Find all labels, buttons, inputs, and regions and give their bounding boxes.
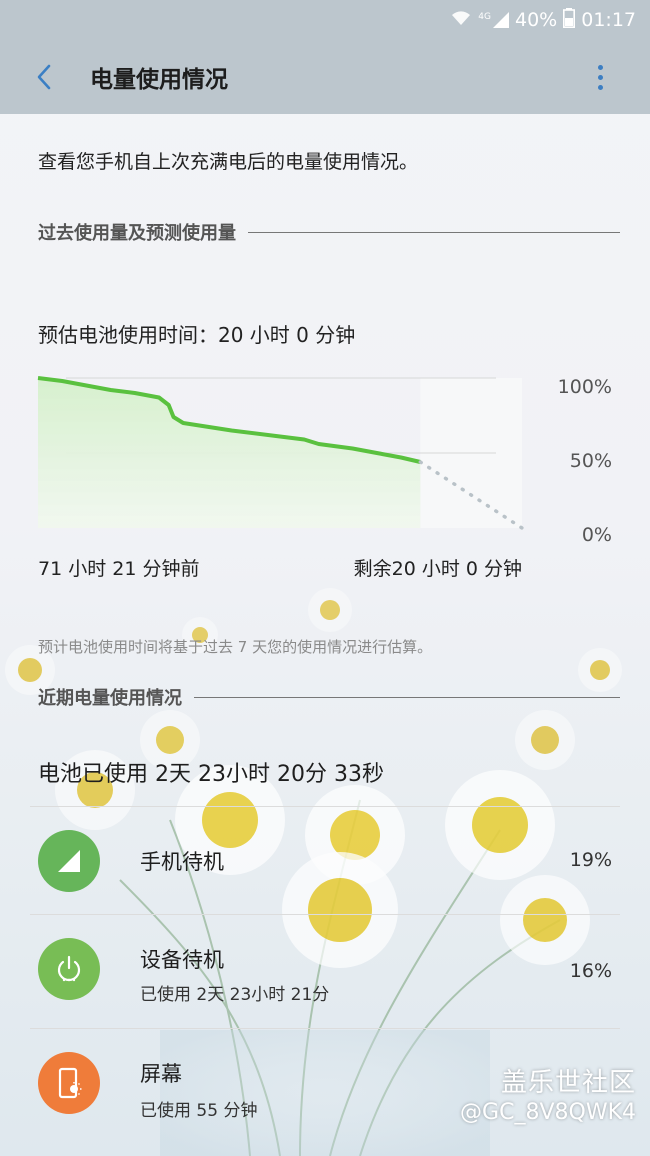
clock-time: 01:17 <box>581 9 636 31</box>
section-divider <box>248 231 620 233</box>
more-options-icon-dot <box>597 64 603 70</box>
section-title-past: 过去使用量及预测使用量 <box>38 223 236 244</box>
back-button[interactable] <box>14 47 74 107</box>
section-divider <box>194 696 620 698</box>
watermark-community: 盖乐世社区 <box>500 1068 636 1098</box>
intro-text: 查看您手机自上次充满电后的电量使用情况。 <box>38 151 419 173</box>
signal-icon: 4G <box>478 12 509 28</box>
battery-icon <box>563 7 576 33</box>
y-tick-label-0: 0% <box>581 524 612 546</box>
chart-usage-area <box>38 378 421 528</box>
more-options-icon-dot <box>597 84 603 90</box>
usage-item-percent: 19% <box>569 849 612 871</box>
app-bar: 电量使用情况 <box>0 40 650 114</box>
usage-item-phone-standby[interactable]: 手机待机 19% <box>0 806 650 916</box>
battery-usage-chart <box>37 376 524 530</box>
section-title-recent: 近期电量使用情况 <box>38 688 182 709</box>
content-area: 查看您手机自上次充满电后的电量使用情况。 过去使用量及预测使用量 预估电池使用时… <box>0 114 650 1156</box>
more-options-button[interactable] <box>580 57 620 97</box>
x-axis-start-label: 71 小时 21 分钟前 <box>38 558 200 580</box>
wifi-icon <box>450 9 472 32</box>
page-title: 电量使用情况 <box>90 67 228 93</box>
status-bar: 4G 40% 01:17 <box>0 0 650 40</box>
estimated-battery-time: 预估电池使用时间：20 小时 0 分钟 <box>38 323 356 347</box>
usage-item-name: 屏幕 <box>140 1062 182 1086</box>
section-header-past: 过去使用量及预测使用量 <box>38 219 620 245</box>
watermark-handle: @GC_8V8QWK4 <box>460 1100 636 1125</box>
usage-item-percent: 16% <box>569 960 612 982</box>
y-tick-label-50: 50% <box>569 450 612 472</box>
more-options-icon-dot <box>597 74 603 80</box>
usage-item-device-standby[interactable]: 设备待机 已使用 2天 23小时 21分 16% <box>0 914 650 1024</box>
section-header-recent: 近期电量使用情况 <box>38 684 620 710</box>
battery-used-duration: 电池已使用 2天 23小时 20分 33秒 <box>38 762 384 787</box>
usage-item-subtext: 已使用 2天 23小时 21分 <box>140 985 330 1005</box>
power-icon <box>38 938 100 1000</box>
screen-brightness-icon <box>38 1052 100 1114</box>
back-arrow-icon <box>37 64 51 90</box>
signal-icon <box>38 830 100 892</box>
usage-item-subtext: 已使用 55 分钟 <box>140 1101 258 1121</box>
battery-percent: 40% <box>515 9 558 31</box>
usage-item-name: 手机待机 <box>140 850 224 874</box>
y-tick-label-100: 100% <box>557 376 612 398</box>
estimate-note: 预计电池使用时间将基于过去 7 天您的使用情况进行估算。 <box>38 638 433 656</box>
network-type-label: 4G <box>478 12 491 22</box>
usage-item-name: 设备待机 <box>140 948 224 972</box>
x-axis-end-label: 剩余20 小时 0 分钟 <box>353 558 522 580</box>
